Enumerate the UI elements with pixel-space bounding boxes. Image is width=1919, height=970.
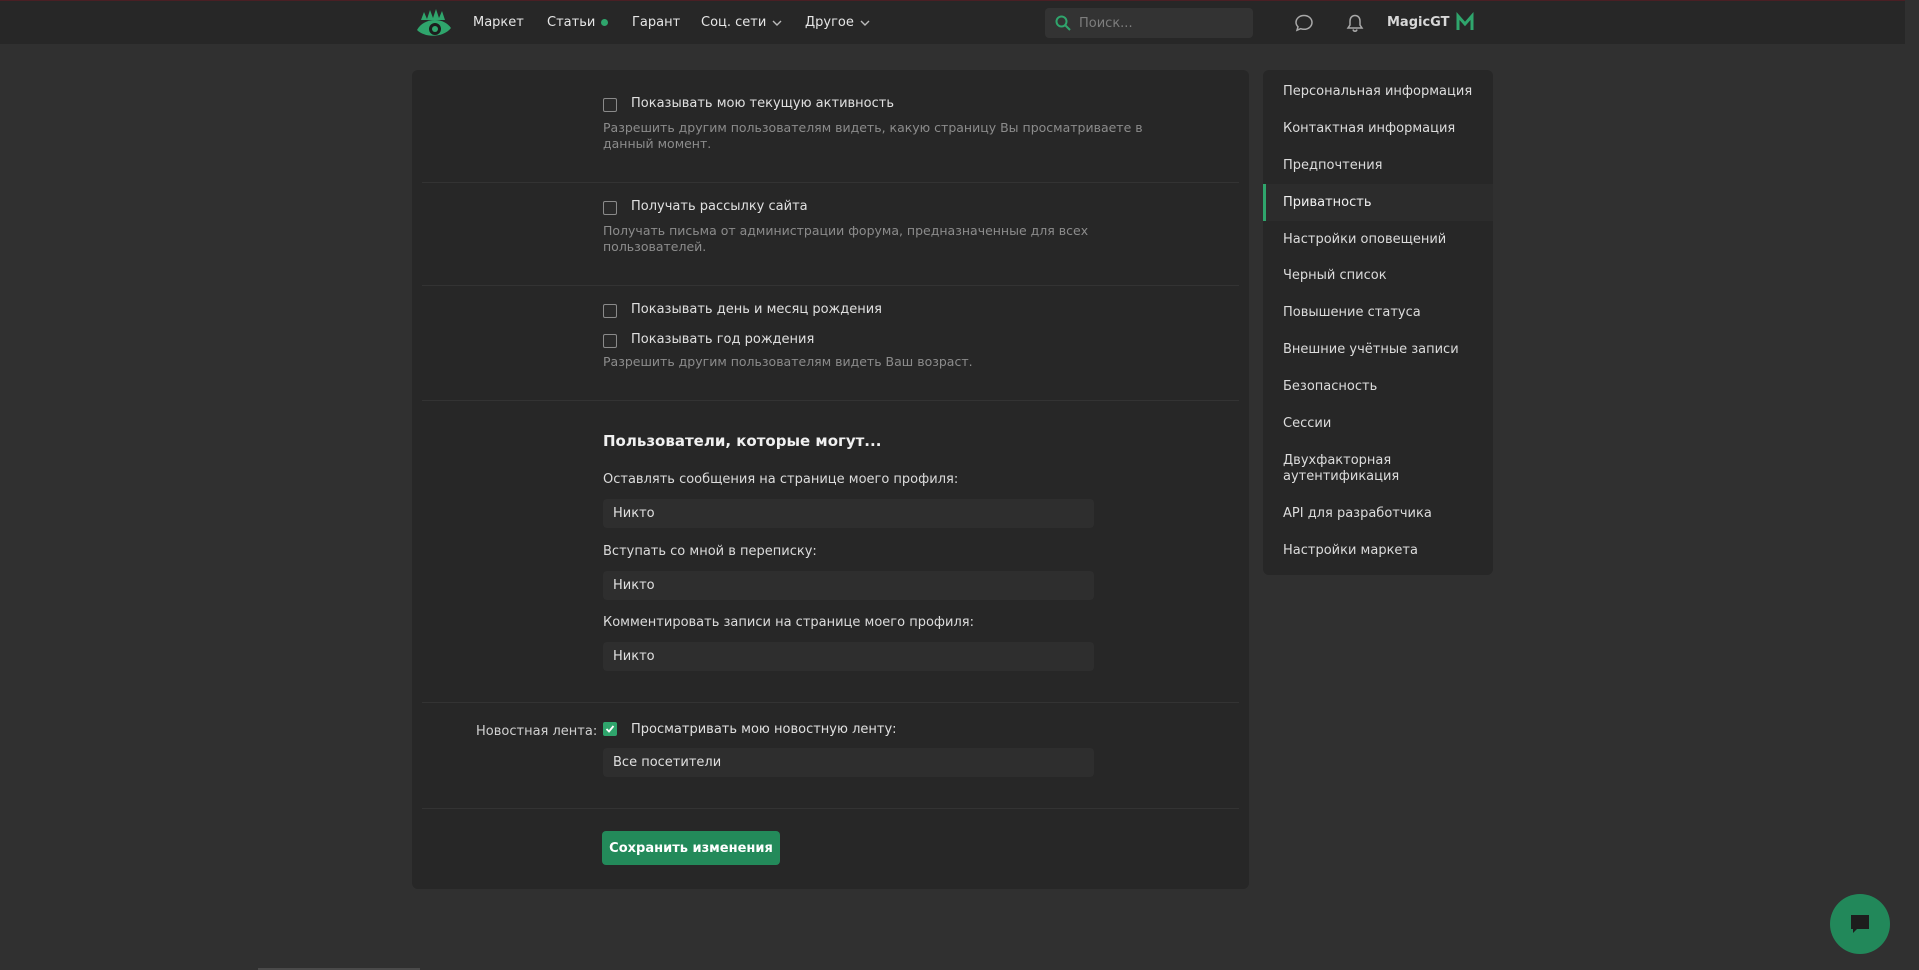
divider [422, 808, 1239, 809]
sidebar-item-two-factor[interactable]: Двухфакторная аутентификация [1263, 442, 1493, 496]
sidebar-item-privacy[interactable]: Приватность [1263, 184, 1493, 222]
news-feed-label: Просматривать мою новостную ленту: [631, 722, 897, 737]
nav-guarantor[interactable]: Гарант [632, 15, 680, 30]
nav-market[interactable]: Маркет [473, 15, 524, 30]
birthday-year-checkbox[interactable] [603, 334, 617, 348]
sidebar-item-contact-info[interactable]: Контактная информация [1263, 111, 1493, 148]
profile-messages-select[interactable]: Никто [603, 499, 1094, 528]
activity-label: Показывать мою текущую активность [631, 96, 895, 111]
sidebar-item-sessions[interactable]: Сессии [1263, 405, 1493, 442]
save-button[interactable]: Сохранить изменения [602, 831, 780, 865]
sidebar-item-market-settings[interactable]: Настройки маркета [1263, 533, 1493, 570]
search-icon [1055, 15, 1071, 31]
nav-social-label: Соц. сети [701, 15, 767, 30]
comments-select[interactable]: Никто [603, 642, 1094, 671]
bell-icon[interactable] [1345, 13, 1365, 33]
news-feed-select[interactable]: Все посетители [603, 748, 1094, 777]
nav-articles-label: Статьи [547, 15, 596, 30]
search-box[interactable] [1045, 8, 1253, 38]
news-feed-checkbox[interactable] [603, 722, 617, 736]
nav-social[interactable]: Соц. сети [701, 15, 782, 30]
chat-bubble-icon[interactable] [1294, 13, 1314, 33]
activity-checkbox[interactable] [603, 98, 617, 112]
sidebar-item-external-accounts[interactable]: Внешние учётные записи [1263, 332, 1493, 369]
profile-messages-label: Оставлять сообщения на странице моего пр… [603, 472, 959, 487]
chevron-down-icon [772, 20, 782, 26]
sidebar-item-personal-info[interactable]: Персональная информация [1263, 74, 1493, 111]
nav-articles[interactable]: Статьи [547, 15, 609, 30]
logo-icon[interactable] [415, 6, 453, 40]
newsletter-hint: Получать письма от администрации форума,… [603, 223, 1089, 254]
privacy-settings-panel: Показывать мою текущую активность Разреш… [412, 70, 1249, 889]
new-indicator-dot [601, 19, 609, 26]
newsletter-label: Получать рассылку сайта [631, 199, 808, 214]
divider [422, 702, 1239, 703]
search-input[interactable] [1079, 15, 1239, 31]
settings-sidebar: Персональная информация Контактная инфор… [1263, 70, 1493, 575]
newsletter-checkbox[interactable] [603, 201, 617, 215]
top-bar: Маркет Статьи Гарант Соц. сети Другое Ma… [0, 0, 1905, 44]
activity-hint: Разрешить другим пользователям видеть, к… [603, 120, 1143, 151]
nav-market-label: Маркет [473, 15, 524, 30]
birthday-day-checkbox[interactable] [603, 304, 617, 318]
checkmark-icon [605, 725, 615, 733]
sidebar-item-notification-settings[interactable]: Настройки оповещений [1263, 221, 1493, 258]
birthday-year-label: Показывать год рождения [631, 332, 815, 347]
conversations-select[interactable]: Никто [603, 571, 1094, 600]
nav-other-label: Другое [805, 15, 854, 30]
sidebar-item-blacklist[interactable]: Черный список [1263, 258, 1493, 295]
sidebar-item-preferences[interactable]: Предпочтения [1263, 148, 1493, 185]
sidebar-item-security[interactable]: Безопасность [1263, 368, 1493, 405]
nav-other[interactable]: Другое [805, 15, 870, 30]
nav-guarantor-label: Гарант [632, 15, 681, 30]
news-feed-row-label: Новостная лента: [476, 724, 598, 739]
birthday-year-hint: Разрешить другим пользователям видеть Ва… [603, 354, 973, 369]
username[interactable]: MagicGT [1387, 15, 1450, 30]
sidebar-item-status-upgrade[interactable]: Повышение статуса [1263, 295, 1493, 332]
divider [422, 182, 1239, 183]
avatar-icon[interactable] [1454, 12, 1476, 34]
divider [422, 400, 1239, 401]
conversations-label: Вступать со мной в переписку: [603, 544, 817, 559]
chevron-down-icon [860, 20, 870, 26]
comments-label: Комментировать записи на странице моего … [603, 615, 974, 630]
chat-icon [1851, 915, 1869, 933]
divider [422, 285, 1239, 286]
chat-fab-button[interactable] [1830, 894, 1890, 954]
sidebar-item-developer-api[interactable]: API для разработчика [1263, 496, 1493, 533]
users-can-title: Пользователи, которые могут... [603, 432, 882, 450]
birthday-day-label: Показывать день и месяц рождения [631, 302, 883, 317]
